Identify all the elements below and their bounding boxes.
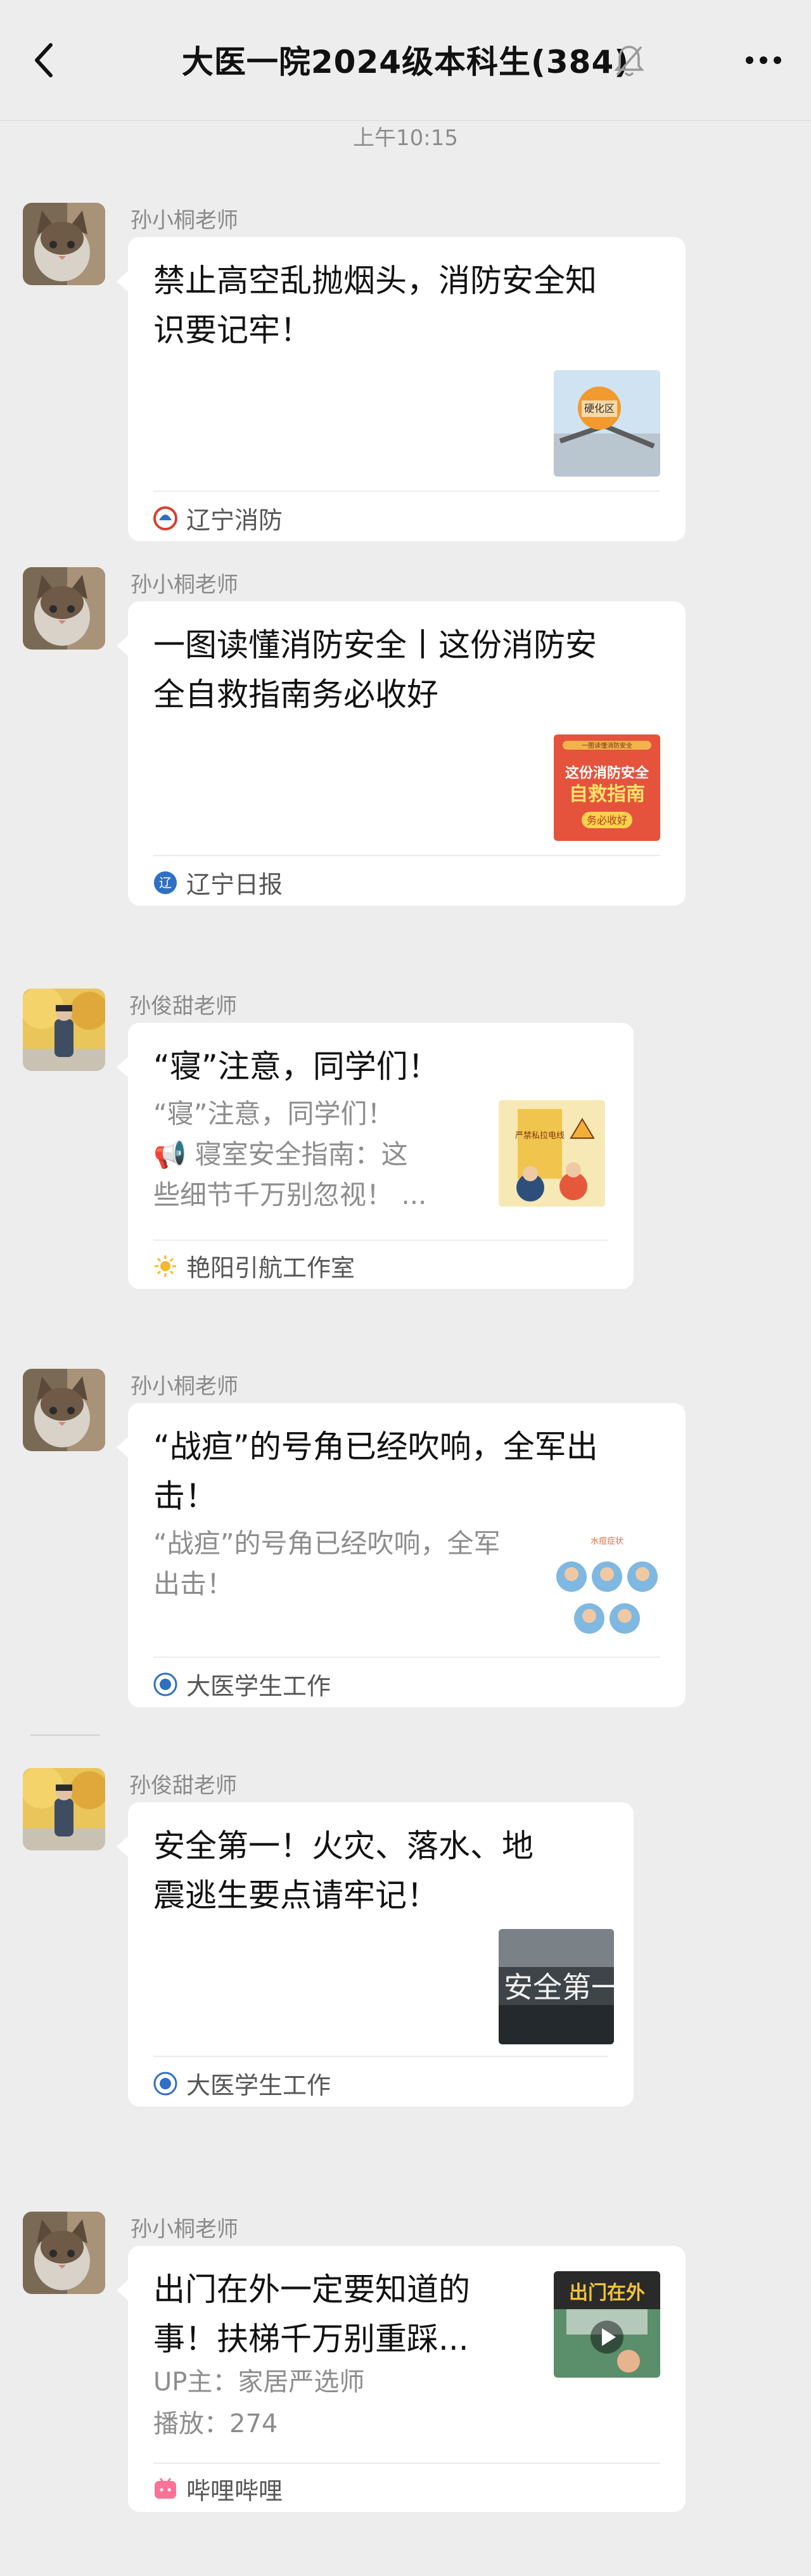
card-source: 哔哩哔哩 bbox=[153, 2471, 283, 2506]
university-logo-icon bbox=[153, 1672, 177, 1696]
card-divider bbox=[153, 2463, 660, 2464]
divider-line bbox=[30, 1734, 100, 1736]
video-uploader: UP主：家居严选师 bbox=[153, 2368, 365, 2397]
article-card[interactable]: 一图读懂消防安全丨这份消防安 全自救指南务必收好 一图读懂消防安全这份消防安全自… bbox=[117, 601, 686, 906]
svg-text:务必收好: 务必收好 bbox=[587, 814, 627, 826]
article-card[interactable]: 禁止高空乱抛烟头，消防安全知 识要记牢！ 硬化区 辽宁消防 bbox=[117, 237, 686, 541]
bilibili-logo-icon bbox=[155, 2477, 176, 2499]
liaoning-fire-logo-icon bbox=[153, 506, 177, 530]
card-title: 出门在外一定要知道的 事！扶梯千万别重踩... bbox=[153, 2271, 470, 2357]
article-thumbnail: 安全第一 bbox=[499, 1929, 614, 2044]
svg-text:自救指南: 自救指南 bbox=[569, 783, 645, 805]
more-button[interactable] bbox=[741, 38, 786, 82]
card-title: “寝”注意，同学们！ bbox=[153, 1048, 440, 1085]
svg-text:出门在外: 出门在外 bbox=[569, 2282, 645, 2304]
card-divider bbox=[153, 1240, 608, 1241]
svg-text:辽: 辽 bbox=[159, 875, 172, 890]
svg-text:硬化区: 硬化区 bbox=[584, 402, 615, 414]
card-description: “寝”注意，同学们！ 📢 寝室安全指南：这 些细节千万别忽视！ ... bbox=[153, 1098, 427, 1210]
more-dots-icon bbox=[746, 56, 781, 64]
card-divider bbox=[153, 1656, 660, 1658]
sender-name: 孙小桐老师 bbox=[131, 2217, 238, 2242]
sender-name: 孙俊甜老师 bbox=[129, 994, 237, 1019]
liaoning-daily-logo-icon: 辽 bbox=[154, 871, 177, 894]
svg-text:一图读懂消防安全: 一图读懂消防安全 bbox=[582, 741, 632, 750]
svg-text:严禁私拉电线: 严禁私拉电线 bbox=[515, 1131, 565, 1141]
chat-title: 大医一院2024级本科生(384) bbox=[181, 44, 630, 80]
card-divider bbox=[153, 2056, 608, 2057]
video-play-count: 播放：274 bbox=[153, 2409, 278, 2438]
avatar[interactable] bbox=[23, 203, 105, 285]
bell-off-icon bbox=[613, 43, 645, 79]
article-thumbnail: 一图读懂消防安全这份消防安全自救指南务必收好 bbox=[554, 734, 660, 841]
card-source: 辽 辽宁日报 bbox=[153, 865, 283, 900]
svg-text:这份消防安全: 这份消防安全 bbox=[565, 765, 649, 781]
card-divider bbox=[153, 490, 660, 492]
card-source: 大医学生工作 bbox=[153, 1667, 331, 1701]
card-source: 艳阳引航工作室 bbox=[153, 1248, 355, 1283]
sender-name: 孙俊甜老师 bbox=[129, 1773, 237, 1798]
avatar[interactable] bbox=[23, 567, 105, 650]
university-logo-icon bbox=[153, 2072, 177, 2095]
card-title: 禁止高空乱抛烟头，消防安全知 识要记牢！ bbox=[153, 262, 597, 349]
sun-icon bbox=[155, 1255, 176, 1277]
video-card[interactable]: 出门在外一定要知道的 事！扶梯千万别重踩... UP主：家居严选师 播放：274… bbox=[117, 2246, 686, 2512]
video-thumbnail: 出门在外 bbox=[554, 2271, 660, 2378]
article-card[interactable]: 安全第一！火灾、落水、地 震逃生要点请牢记！ 安全第一 大医学生工作 bbox=[117, 1802, 634, 2106]
message-timestamp: 上午10:15 bbox=[353, 125, 458, 151]
card-source: 辽宁消防 bbox=[153, 501, 283, 535]
avatar[interactable] bbox=[23, 1768, 105, 1850]
article-thumbnail: 严禁私拉电线 bbox=[499, 1100, 605, 1207]
card-description: “战疸”的号角已经吹响，全军 出击！ bbox=[153, 1528, 501, 1599]
article-card[interactable]: “寝”注意，同学们！ “寝”注意，同学们！ 📢 寝室安全指南：这 些细节千万别忽… bbox=[117, 1023, 634, 1289]
svg-text:安全第一: 安全第一 bbox=[504, 1970, 614, 2004]
card-divider bbox=[153, 855, 660, 856]
sender-name: 孙小桐老师 bbox=[131, 208, 238, 233]
svg-text:水痘症状: 水痘症状 bbox=[591, 1537, 623, 1546]
avatar[interactable] bbox=[23, 1369, 105, 1451]
article-card[interactable]: “战疸”的号角已经吹响，全军出 击！ “战疸”的号角已经吹响，全军 出击！ 水痘… bbox=[117, 1403, 686, 1707]
sender-name: 孙小桐老师 bbox=[131, 572, 238, 598]
article-thumbnail: 水痘症状 bbox=[554, 1530, 660, 1636]
card-source: 大医学生工作 bbox=[153, 2066, 331, 2101]
avatar[interactable] bbox=[23, 2212, 105, 2294]
article-thumbnail: 硬化区 bbox=[554, 370, 660, 477]
card-description: UP主：家居严选师 播放：274 bbox=[153, 2361, 364, 2445]
avatar[interactable] bbox=[23, 989, 105, 1071]
card-title: 一图读懂消防安全丨这份消防安 全自救指南务必收好 bbox=[153, 627, 597, 713]
chat-header: 大医一院2024级本科生(384) bbox=[0, 0, 811, 121]
sender-name: 孙小桐老师 bbox=[131, 1374, 238, 1399]
card-title: 安全第一！火灾、落水、地 震逃生要点请牢记！ bbox=[153, 1828, 533, 1914]
card-title: “战疸”的号角已经吹响，全军出 击！ bbox=[153, 1428, 598, 1515]
